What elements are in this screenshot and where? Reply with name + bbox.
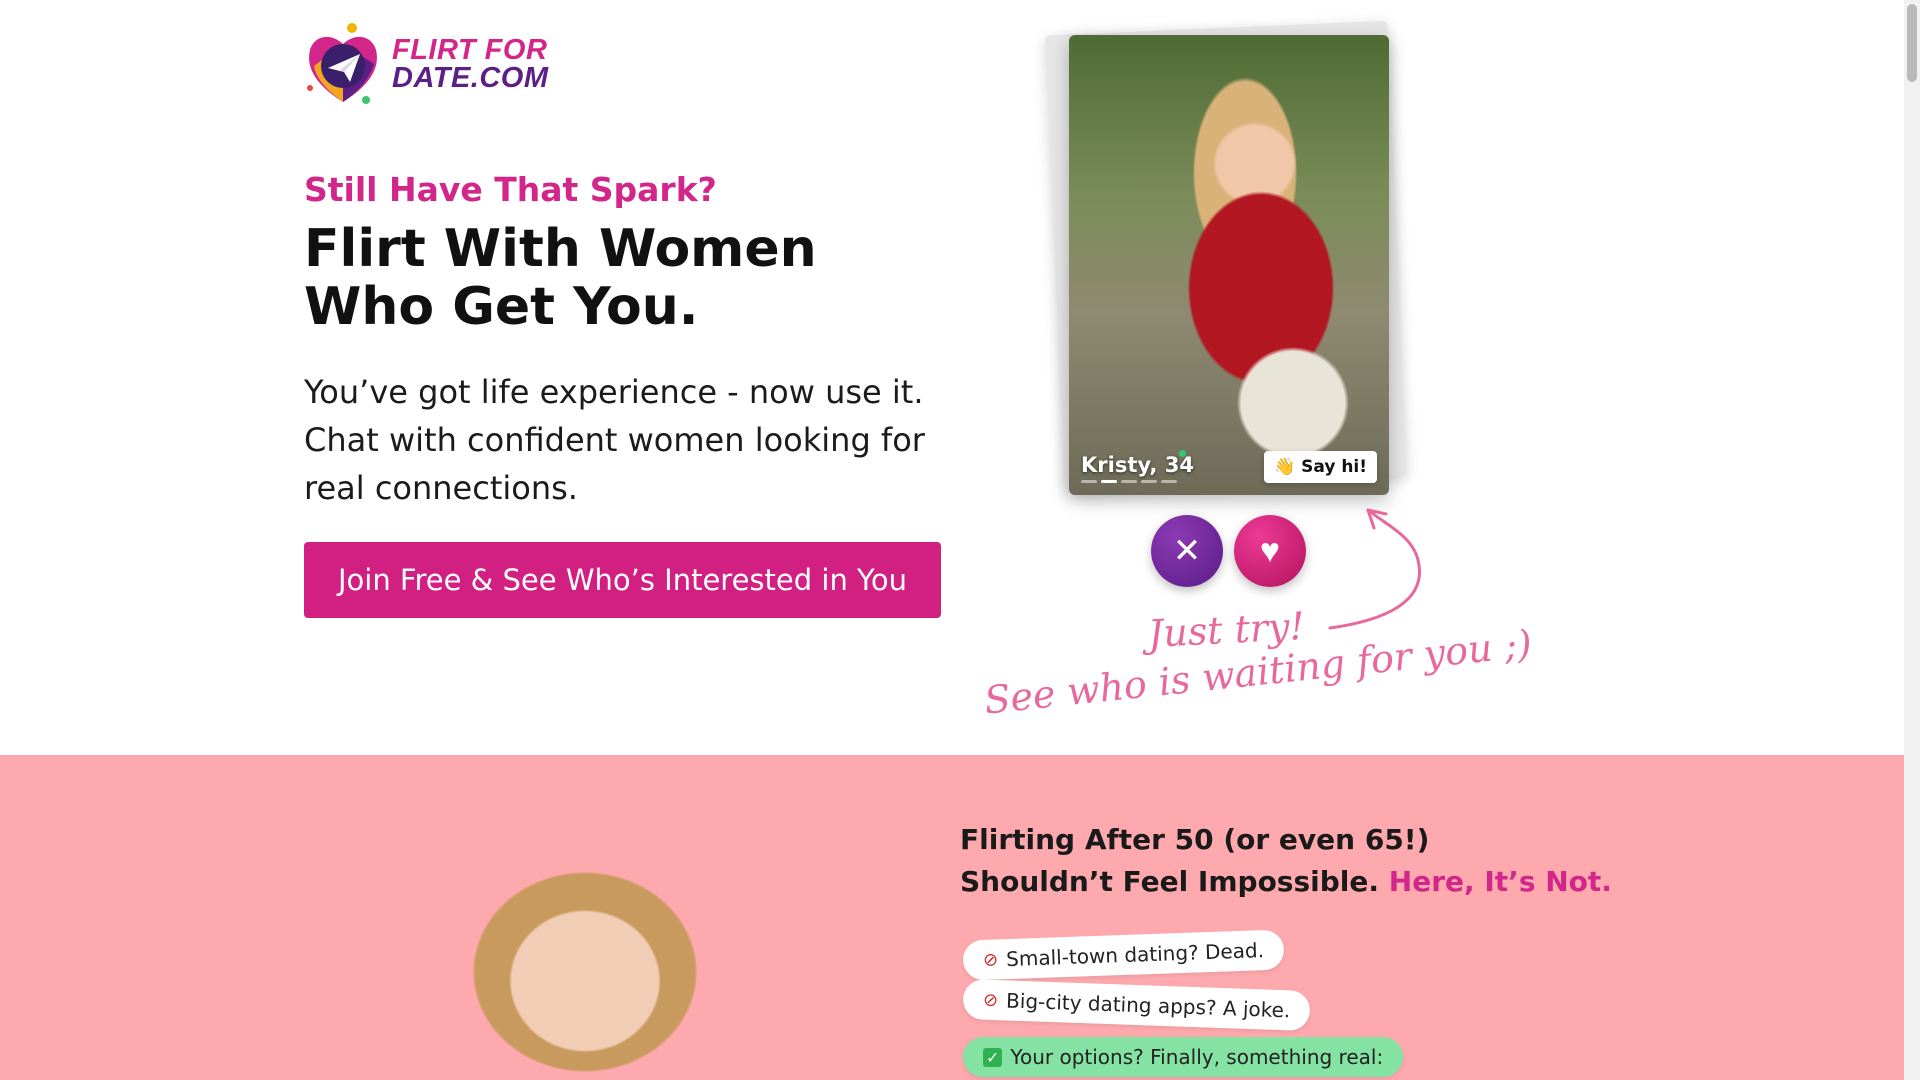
join-free-button[interactable]: Join Free & See Who’s Interested in You bbox=[304, 542, 941, 618]
headline-line-1: Flirt With Women bbox=[304, 219, 817, 279]
prohibited-icon: ⊘ bbox=[982, 948, 999, 971]
brand-line-2: DATE.COM bbox=[392, 62, 549, 94]
scrollbar-thumb[interactable] bbox=[1907, 4, 1917, 82]
check-mark-icon: ✓ bbox=[983, 1047, 1003, 1067]
say-hi-label: Say hi! bbox=[1301, 457, 1367, 477]
say-hi-button[interactable]: 👋 Say hi! bbox=[1264, 451, 1377, 483]
pager-dot bbox=[1121, 480, 1137, 483]
pill-text: Small-town dating? Dead. bbox=[1005, 938, 1265, 972]
page-scrollbar[interactable] bbox=[1904, 0, 1920, 1080]
pager-dot bbox=[1141, 480, 1157, 483]
brand-wordmark: FLIRT FOR DATE.COM bbox=[392, 34, 549, 94]
pill-text: Big-city dating apps? A joke. bbox=[1005, 988, 1291, 1023]
woman-portrait-image bbox=[400, 807, 770, 1080]
profile-name: Kristy, 34 bbox=[1081, 453, 1194, 477]
section-title-line-2: Shouldn’t Feel Impossible. bbox=[960, 865, 1380, 898]
brand-line-1: FLIRT FOR bbox=[392, 34, 548, 66]
paper-plane-heart-icon bbox=[304, 22, 382, 106]
section-title-accent: Here, It’s Not. bbox=[1388, 865, 1612, 898]
headline-line-2: Who Get You. bbox=[304, 277, 699, 337]
pager-dot bbox=[1161, 480, 1177, 483]
hero-section: FLIRT FOR DATE.COM Still Have That Spark… bbox=[0, 0, 1904, 755]
prohibited-icon: ⊘ bbox=[982, 989, 999, 1011]
online-status-dot bbox=[1179, 450, 1186, 457]
hero-headline: Flirt With Women Who Get You. bbox=[304, 220, 864, 336]
pill-big-city: ⊘ Big-city dating apps? A joke. bbox=[962, 978, 1311, 1032]
section-title-line-1: Flirting After 50 (or even 65!) bbox=[960, 823, 1430, 856]
pager-dot bbox=[1081, 480, 1097, 483]
hero-subtext: You’ve got life experience - now use it.… bbox=[304, 373, 925, 507]
pager-dot-active bbox=[1101, 480, 1117, 483]
features-section: Flirting After 50 (or even 65!) Shouldn’… bbox=[0, 755, 1904, 1080]
pill-your-options: ✓ Your options? Finally, something real: bbox=[963, 1037, 1404, 1077]
like-button[interactable]: ♥ bbox=[1234, 515, 1306, 587]
pill-small-town: ⊘ Small-town dating? Dead. bbox=[962, 929, 1285, 981]
brand-logo[interactable]: FLIRT FOR DATE.COM bbox=[304, 22, 549, 106]
close-icon: ✕ bbox=[1172, 532, 1202, 570]
pill-text: Your options? Finally, something real: bbox=[1010, 1045, 1384, 1069]
hero-eyebrow: Still Have That Spark? bbox=[304, 170, 717, 209]
curved-arrow-icon bbox=[1328, 508, 1421, 630]
heart-icon: ♥ bbox=[1259, 531, 1281, 570]
section-title: Flirting After 50 (or even 65!) Shouldn’… bbox=[960, 819, 1612, 903]
profile-card[interactable]: Kristy, 34 👋 Say hi! bbox=[1069, 35, 1389, 495]
photo-pager bbox=[1081, 480, 1177, 483]
dislike-button[interactable]: ✕ bbox=[1151, 515, 1223, 587]
waving-hand-icon: 👋 bbox=[1274, 457, 1296, 477]
